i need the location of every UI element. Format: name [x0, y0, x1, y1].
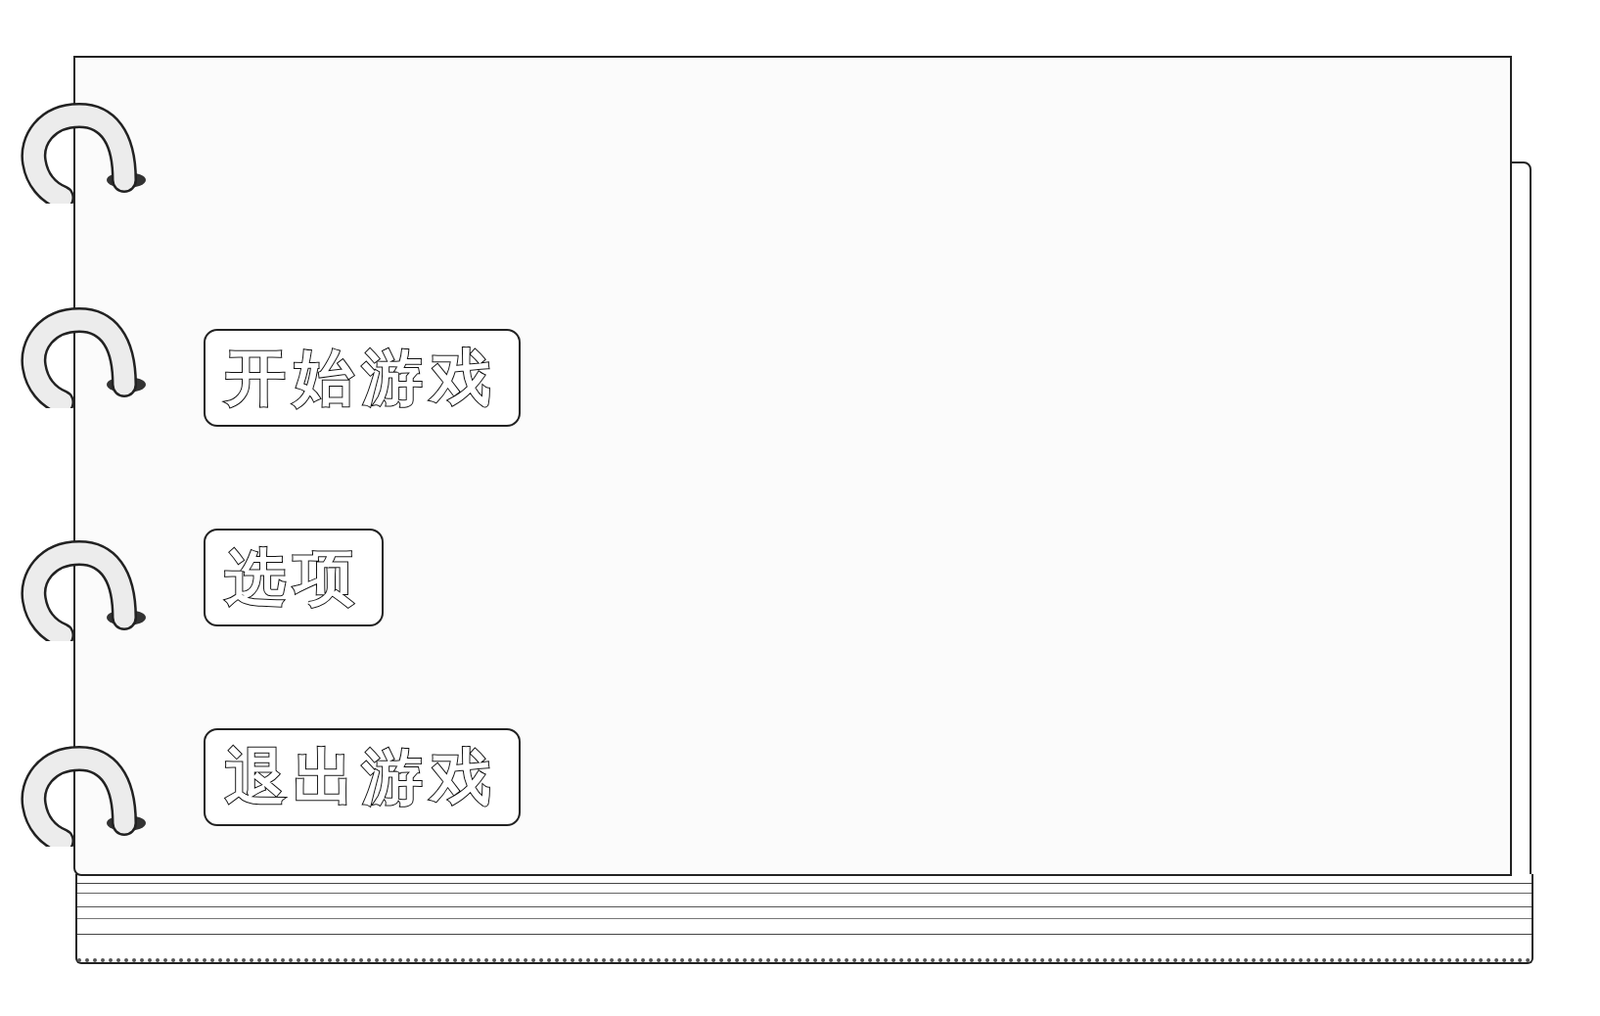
menu-button[interactable]: 开始游戏 — [203, 328, 521, 427]
main-menu: 开始游戏选项退出游戏 — [75, 57, 1510, 826]
binder-ring-icon — [18, 101, 156, 204]
page-stack — [75, 873, 1534, 964]
binder-ring-icon — [18, 539, 156, 641]
page: 开始游戏选项退出游戏 — [73, 55, 1512, 876]
notebook: 开始游戏选项退出游戏 — [73, 55, 1512, 964]
binder-ring-icon — [18, 306, 156, 409]
binder-ring-icon — [18, 744, 156, 847]
menu-button-label: 退出游戏 — [225, 740, 500, 814]
menu-button[interactable]: 选项 — [203, 528, 384, 627]
menu-button[interactable]: 退出游戏 — [203, 728, 521, 826]
menu-button-label: 开始游戏 — [225, 341, 500, 414]
menu-button-label: 选项 — [225, 541, 363, 614]
